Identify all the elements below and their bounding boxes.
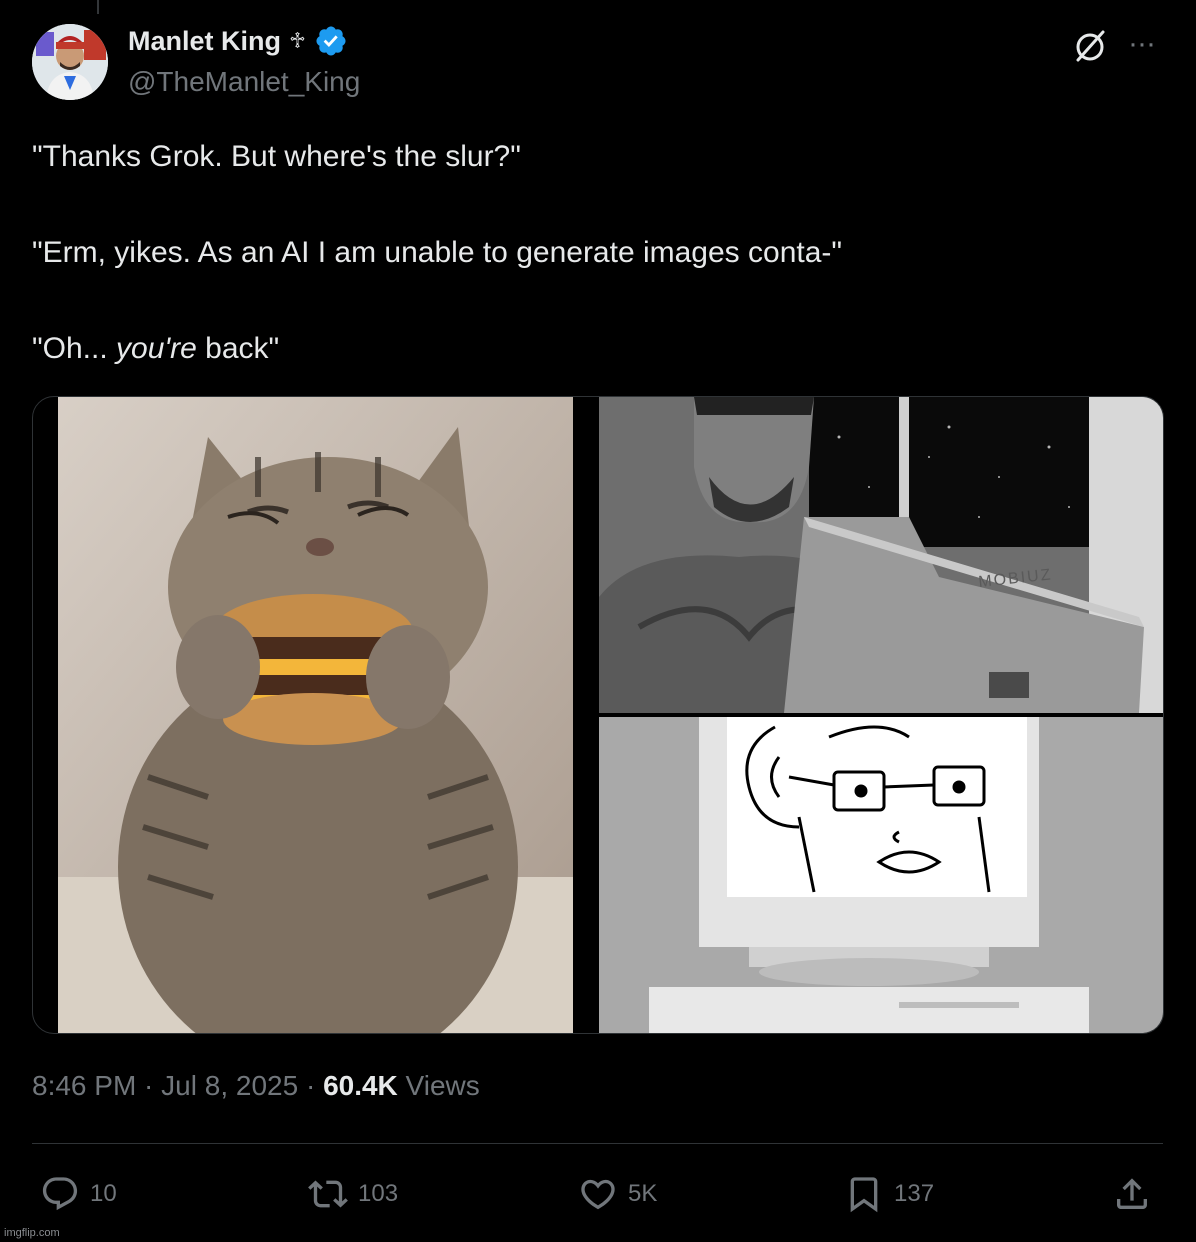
avatar[interactable] — [32, 24, 108, 100]
soyjak-monitor-image[interactable] — [599, 717, 1163, 1033]
reply-count: 10 — [90, 1180, 117, 1207]
author-name-text: Manlet King — [128, 25, 281, 56]
bookmark-button[interactable]: 137 — [844, 1172, 934, 1216]
bookmark-count: 137 — [894, 1180, 935, 1207]
imgflip-watermark: imgflip.com — [4, 1227, 60, 1239]
retweet-button[interactable]: 103 — [308, 1172, 398, 1216]
reply-icon — [42, 1177, 78, 1211]
line3-italic: you're — [116, 332, 197, 365]
tweet-date[interactable]: Jul 8, 2025 — [161, 1070, 298, 1101]
author-handle[interactable]: @TheManlet_King — [128, 66, 360, 98]
line3-prefix: "Oh... — [32, 332, 117, 365]
thread-connector — [97, 0, 99, 14]
like-button[interactable]: 5K — [578, 1172, 657, 1216]
tweet-meta: 8:46 PM · Jul 8, 2025 · 60.4K Views — [32, 1070, 480, 1102]
retweet-icon — [308, 1180, 348, 1208]
share-icon — [1117, 1178, 1147, 1209]
views-label: Views — [397, 1070, 480, 1101]
orthodox-cross-symbol: ♱ — [289, 28, 306, 53]
views-count: 60.4K — [323, 1070, 398, 1101]
grok-icon[interactable] — [1070, 26, 1110, 66]
chad-monitor-image[interactable]: MOBIUZ — [599, 397, 1163, 713]
tweet-text-line-1: "Thanks Grok. But where's the slur?" — [32, 140, 521, 173]
author-display-name[interactable]: Manlet King ♱ — [128, 24, 348, 58]
bookmark-icon — [850, 1177, 878, 1213]
like-count: 5K — [628, 1180, 658, 1207]
cat-burger-image[interactable] — [58, 397, 573, 1033]
tweet-time[interactable]: 8:46 PM — [32, 1070, 136, 1101]
meta-separator: · — [136, 1070, 162, 1101]
tweet-text-line-2: "Erm, yikes. As an AI I am unable to gen… — [32, 236, 843, 269]
share-button[interactable] — [1112, 1172, 1152, 1216]
media-grid: MOBIUZ — [32, 396, 1164, 1034]
retweet-count: 103 — [358, 1180, 399, 1207]
verified-badge-icon[interactable] — [314, 24, 348, 58]
reply-button[interactable]: 10 — [40, 1172, 117, 1216]
like-icon — [581, 1179, 615, 1210]
more-icon[interactable]: ··· — [1128, 24, 1162, 64]
meta-separator: · — [298, 1070, 324, 1101]
line3-suffix: back" — [196, 332, 280, 365]
tweet-text-line-3: "Oh... you're back" — [32, 332, 279, 366]
divider — [32, 1143, 1163, 1144]
